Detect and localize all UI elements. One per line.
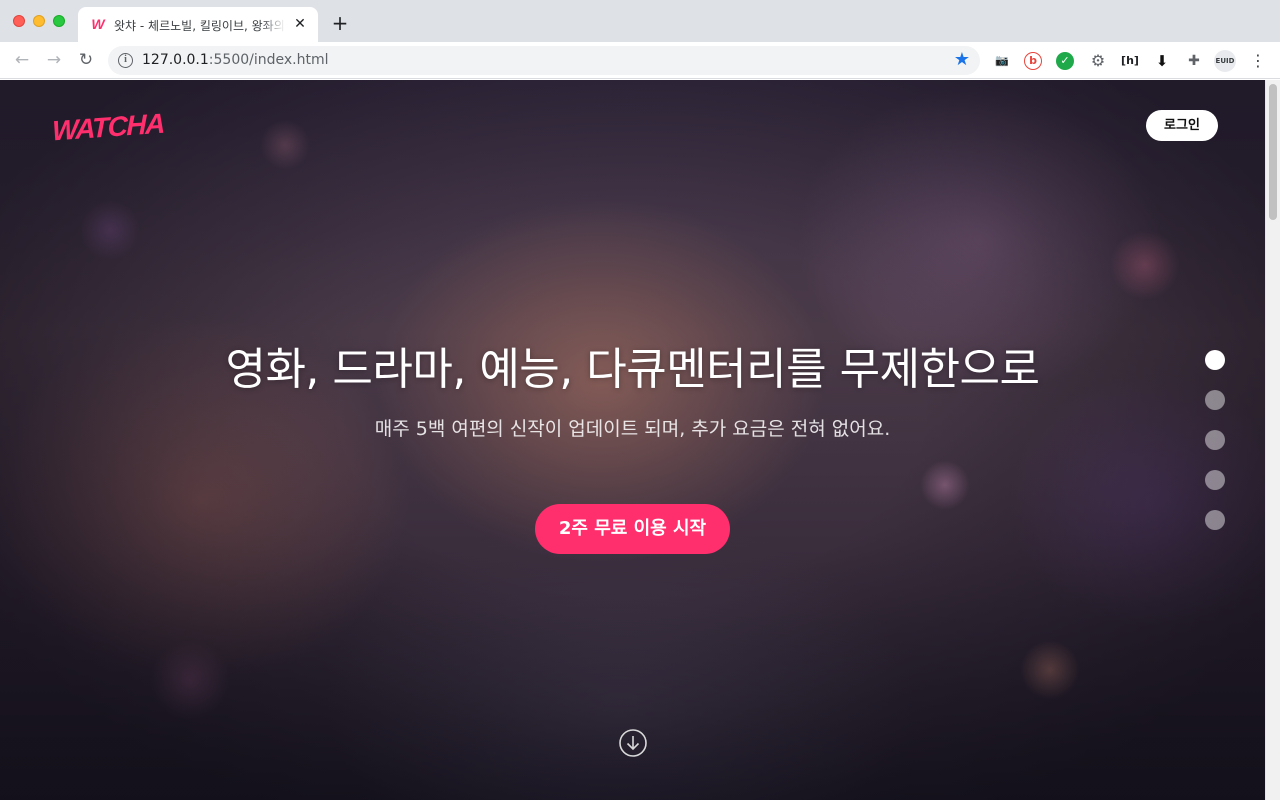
browser-toolbar: ← → ↻ i 127.0.0.1:5500/index.html ★ 📷 b … [0, 42, 1280, 79]
tab-close-icon[interactable]: ✕ [292, 16, 308, 32]
minimize-window-button[interactable] [33, 15, 45, 27]
site-info-icon[interactable]: i [118, 53, 133, 68]
section-dot-3[interactable] [1205, 430, 1225, 450]
back-button[interactable]: ← [12, 50, 32, 70]
bookmark-star-icon[interactable]: ★ [952, 49, 972, 71]
watcha-logo[interactable]: WATCHA [52, 107, 164, 150]
menu-dots-icon[interactable]: ⋮ [1248, 51, 1268, 71]
shield-check-icon[interactable]: ✓ [1056, 52, 1074, 70]
close-window-button[interactable] [13, 15, 25, 27]
forward-button[interactable]: → [44, 50, 64, 70]
url-path: :5500/index.html [208, 52, 329, 68]
login-button[interactable]: 로그인 [1146, 110, 1218, 141]
tab-title: 왓챠 - 체르노빌, 킬링이브, 왕좌의 게임 등 [114, 19, 286, 33]
section-dot-5[interactable] [1205, 510, 1225, 530]
reload-button[interactable]: ↻ [76, 50, 96, 70]
section-dot-1[interactable] [1205, 350, 1225, 370]
euid-icon[interactable]: EUID [1214, 50, 1236, 72]
gear-icon[interactable]: ⚙ [1088, 51, 1108, 71]
page-scrollbar[interactable] [1265, 80, 1280, 800]
camera-icon[interactable]: 📷 [992, 51, 1012, 71]
free-trial-button[interactable]: 2주 무료 이용 시작 [535, 504, 730, 554]
browser-tab[interactable]: W 왓챠 - 체르노빌, 킬링이브, 왕좌의 게임 등 ✕ [78, 7, 318, 42]
new-tab-button[interactable]: + [330, 13, 350, 33]
ext-b-icon[interactable]: b [1024, 52, 1042, 70]
maximize-window-button[interactable] [53, 15, 65, 27]
bracket-h-icon[interactable]: [h] [1118, 51, 1142, 71]
tab-strip: W 왓챠 - 체르노빌, 킬링이브, 왕좌의 게임 등 ✕ + [0, 0, 1280, 42]
address-bar[interactable]: i 127.0.0.1:5500/index.html ★ [108, 46, 980, 75]
scroll-down-arrow-icon[interactable] [618, 728, 648, 758]
hero-headline: 영화, 드라마, 예능, 다큐멘터리를 무제한으로 [225, 344, 1040, 395]
url-text[interactable]: 127.0.0.1:5500/index.html [142, 52, 329, 68]
section-dot-4[interactable] [1205, 470, 1225, 490]
hero-section: WATCHA 로그인 영화, 드라마, 예능, 다큐멘터리를 무제한으로 매주 … [0, 80, 1265, 800]
hero-subheadline: 매주 5백 여편의 신작이 업데이트 되며, 추가 요금은 전혀 없어요. [374, 418, 891, 440]
scrollbar-thumb[interactable] [1269, 84, 1277, 220]
puzzle-icon[interactable]: ✚ [1184, 51, 1204, 71]
url-host: 127.0.0.1 [142, 52, 209, 68]
watcha-favicon-icon: W [91, 16, 105, 32]
section-dot-2[interactable] [1205, 390, 1225, 410]
download-icon[interactable]: ⬇ [1152, 51, 1172, 71]
